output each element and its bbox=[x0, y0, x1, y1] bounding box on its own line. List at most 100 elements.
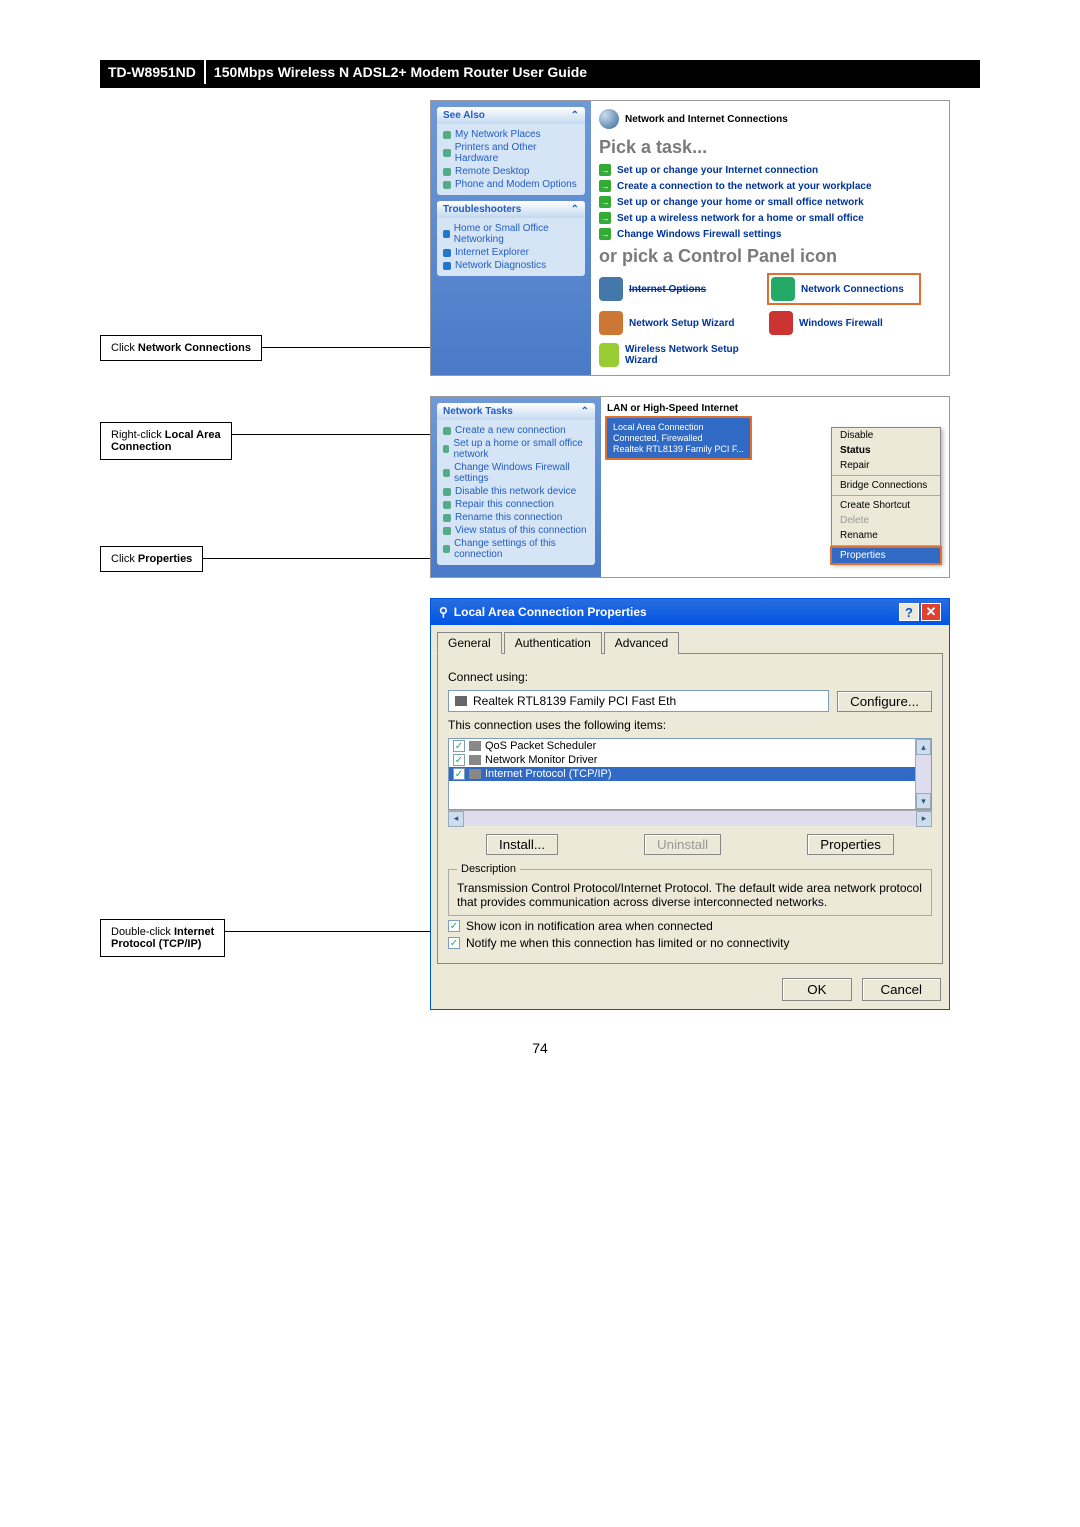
vertical-scrollbar[interactable]: ▴▾ bbox=[915, 739, 931, 809]
description-group: Description Transmission Control Protoco… bbox=[448, 863, 932, 916]
lan-properties-dialog: ⚲Local Area Connection Properties ? ✕ Ge… bbox=[430, 598, 950, 1010]
collapse-icon[interactable]: ⌃ bbox=[571, 110, 579, 121]
control-panel-window: See Also ⌃ My Network Places Printers and… bbox=[430, 100, 950, 376]
dialog-title: Local Area Connection Properties bbox=[454, 605, 647, 619]
nt-settings[interactable]: Change settings of this connection bbox=[443, 537, 589, 561]
icon-internet-options[interactable]: Internet Options bbox=[599, 275, 749, 303]
section-network-connections: Right-click Local AreaConnection Click P… bbox=[100, 396, 980, 578]
see-also-header: See Also bbox=[443, 110, 485, 121]
ctx-properties[interactable]: Properties bbox=[832, 548, 940, 563]
uninstall-button: Uninstall bbox=[644, 834, 721, 855]
horizontal-scrollbar[interactable]: ◂▸ bbox=[448, 810, 932, 826]
service-icon bbox=[469, 741, 481, 751]
checkbox-show-icon[interactable]: ✓ bbox=[448, 920, 460, 932]
scroll-right-icon[interactable]: ▸ bbox=[916, 811, 932, 827]
arrow-icon: → bbox=[599, 212, 611, 224]
ts-home-office[interactable]: Home or Small Office Networking bbox=[443, 222, 579, 246]
wireless-wizard-icon bbox=[599, 343, 619, 367]
adapter-field: Realtek RTL8139 Family PCI Fast Eth bbox=[448, 690, 829, 712]
help-button[interactable]: ? bbox=[899, 603, 919, 621]
nt-repair[interactable]: Repair this connection bbox=[443, 498, 589, 511]
ctx-bridge[interactable]: Bridge Connections bbox=[832, 478, 940, 493]
checkbox-icon[interactable]: ✓ bbox=[453, 768, 465, 780]
nt-home-office[interactable]: Set up a home or small office network bbox=[443, 437, 589, 461]
ctx-shortcut[interactable]: Create Shortcut bbox=[832, 498, 940, 513]
link-printers[interactable]: Printers and Other Hardware bbox=[443, 141, 579, 165]
category-title: Network and Internet Connections bbox=[625, 114, 788, 125]
checkbox-icon[interactable]: ✓ bbox=[453, 754, 465, 766]
arrow-icon: → bbox=[599, 180, 611, 192]
link-my-network-places[interactable]: My Network Places bbox=[443, 128, 579, 141]
doc-title: 150Mbps Wireless N ADSL2+ Modem Router U… bbox=[206, 60, 980, 84]
ts-network-diag[interactable]: Network Diagnostics bbox=[443, 259, 579, 272]
local-area-connection-item[interactable]: Local Area Connection Connected, Firewal… bbox=[607, 418, 750, 458]
context-menu: Disable Status Repair Bridge Connections… bbox=[831, 427, 941, 564]
firewall-icon bbox=[769, 311, 793, 335]
task-wireless[interactable]: →Set up a wireless network for a home or… bbox=[599, 212, 941, 224]
globe-icon bbox=[599, 109, 619, 129]
protocol-icon bbox=[469, 769, 481, 779]
ts-ie[interactable]: Internet Explorer bbox=[443, 246, 579, 259]
checkbox-icon[interactable]: ✓ bbox=[453, 740, 465, 752]
checkbox-notify[interactable]: ✓ bbox=[448, 937, 460, 949]
service-icon bbox=[469, 755, 481, 765]
callout-double-click-tcpip: Double-click InternetProtocol (TCP/IP) bbox=[100, 919, 225, 957]
task-firewall[interactable]: →Change Windows Firewall settings bbox=[599, 228, 941, 240]
description-text: Transmission Control Protocol/Internet P… bbox=[457, 881, 923, 909]
icon-wireless-setup-wizard[interactable]: Wireless Network Setup Wizard bbox=[599, 343, 749, 367]
arrow-icon: → bbox=[599, 196, 611, 208]
network-tasks-header: Network Tasks bbox=[443, 406, 513, 417]
connect-using-label: Connect using: bbox=[448, 670, 932, 684]
properties-button[interactable]: Properties bbox=[807, 834, 894, 855]
notify-label: Notify me when this connection has limit… bbox=[466, 936, 790, 950]
link-remote-desktop[interactable]: Remote Desktop bbox=[443, 165, 579, 178]
icon-network-connections[interactable]: Network Connections bbox=[769, 275, 919, 303]
section-control-panel: Click Network Connections See Also ⌃ My N… bbox=[100, 100, 980, 376]
nt-create-new[interactable]: Create a new connection bbox=[443, 424, 589, 437]
ok-button[interactable]: OK bbox=[782, 978, 851, 1001]
nt-firewall[interactable]: Change Windows Firewall settings bbox=[443, 461, 589, 485]
nt-disable[interactable]: Disable this network device bbox=[443, 485, 589, 498]
close-button[interactable]: ✕ bbox=[921, 603, 941, 621]
item-tcpip[interactable]: ✓Internet Protocol (TCP/IP) bbox=[449, 767, 931, 781]
tab-general[interactable]: General bbox=[437, 632, 502, 654]
connection-items-list[interactable]: ✓QoS Packet Scheduler ✓Network Monitor D… bbox=[448, 738, 932, 810]
tab-advanced[interactable]: Advanced bbox=[604, 632, 679, 654]
task-setup-internet[interactable]: →Set up or change your Internet connecti… bbox=[599, 164, 941, 176]
or-pick-heading: or pick a Control Panel icon bbox=[599, 246, 941, 267]
items-label: This connection uses the following items… bbox=[448, 718, 932, 732]
icon-windows-firewall[interactable]: Windows Firewall bbox=[769, 311, 919, 335]
link-phone-modem[interactable]: Phone and Modem Options bbox=[443, 178, 579, 191]
collapse-icon[interactable]: ⌃ bbox=[581, 406, 589, 417]
scroll-down-icon[interactable]: ▾ bbox=[916, 793, 931, 809]
nt-rename[interactable]: Rename this connection bbox=[443, 511, 589, 524]
task-workplace-conn[interactable]: →Create a connection to the network at y… bbox=[599, 180, 941, 192]
ctx-disable[interactable]: Disable bbox=[832, 428, 940, 443]
item-nmd[interactable]: ✓Network Monitor Driver bbox=[449, 753, 931, 767]
install-button[interactable]: Install... bbox=[486, 834, 558, 855]
configure-button[interactable]: Configure... bbox=[837, 691, 932, 712]
doc-header: TD-W8951ND 150Mbps Wireless N ADSL2+ Mod… bbox=[100, 60, 980, 88]
pick-a-task-heading: Pick a task... bbox=[599, 137, 941, 158]
icon-network-setup-wizard[interactable]: Network Setup Wizard bbox=[599, 311, 749, 335]
collapse-icon[interactable]: ⌃ bbox=[571, 204, 579, 215]
item-qos[interactable]: ✓QoS Packet Scheduler bbox=[449, 739, 931, 753]
tab-authentication[interactable]: Authentication bbox=[504, 632, 602, 654]
ctx-status[interactable]: Status bbox=[832, 443, 940, 458]
page-number: 74 bbox=[100, 1040, 980, 1056]
scroll-up-icon[interactable]: ▴ bbox=[916, 739, 931, 755]
task-home-network[interactable]: →Set up or change your home or small off… bbox=[599, 196, 941, 208]
ctx-delete: Delete bbox=[832, 513, 940, 528]
arrow-icon: → bbox=[599, 164, 611, 176]
nt-status[interactable]: View status of this connection bbox=[443, 524, 589, 537]
cancel-button[interactable]: Cancel bbox=[862, 978, 942, 1001]
ctx-rename[interactable]: Rename bbox=[832, 528, 940, 543]
model-label: TD-W8951ND bbox=[100, 60, 204, 84]
network-connections-window: Network Tasks ⌃ Create a new connection S… bbox=[430, 396, 950, 578]
cp-sidebar: See Also ⌃ My Network Places Printers and… bbox=[431, 101, 591, 375]
scroll-left-icon[interactable]: ◂ bbox=[448, 811, 464, 827]
network-connections-icon bbox=[771, 277, 795, 301]
callout-network-connections: Click Network Connections bbox=[100, 335, 262, 361]
nic-icon bbox=[455, 696, 467, 706]
ctx-repair[interactable]: Repair bbox=[832, 458, 940, 473]
